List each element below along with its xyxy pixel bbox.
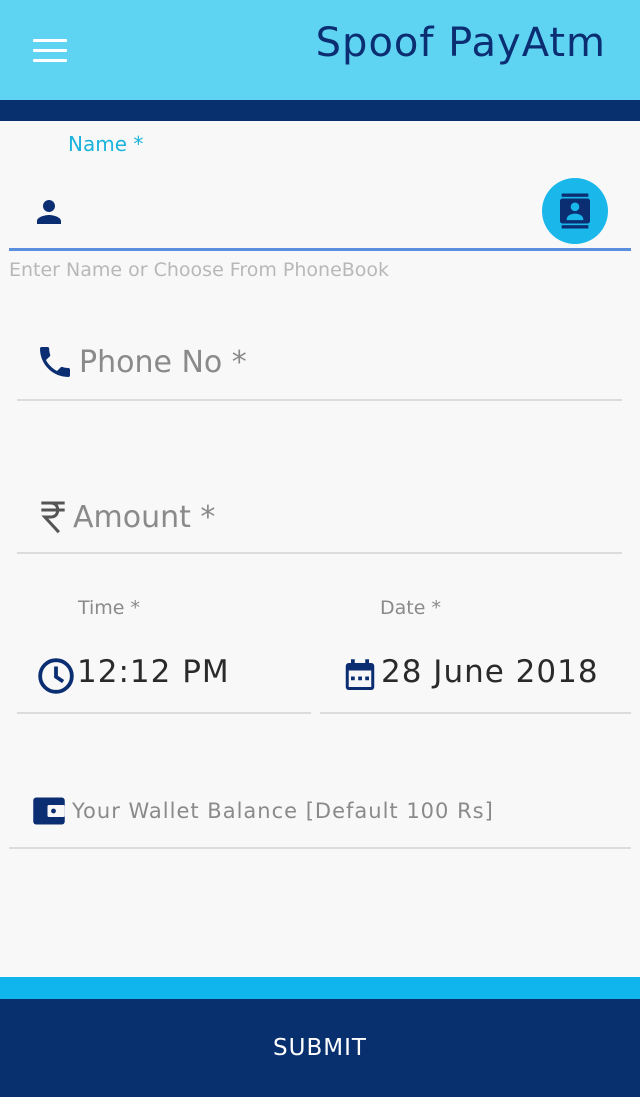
phone-icon	[40, 347, 70, 377]
date-label: Date *	[380, 597, 441, 619]
header-divider	[0, 100, 640, 121]
amount-input[interactable]	[71, 493, 595, 541]
phone-input[interactable]	[77, 338, 601, 386]
name-input[interactable]	[79, 190, 533, 236]
name-label: Name *	[68, 132, 144, 156]
date-value[interactable]: 28 June 2018	[381, 654, 599, 690]
contacts-book-icon	[560, 193, 590, 229]
name-field[interactable]	[9, 176, 631, 251]
time-label: Time *	[78, 597, 141, 619]
calendar-icon	[345, 659, 375, 690]
app-title: Spoof PayAtm	[315, 20, 606, 66]
wallet-icon	[33, 797, 65, 825]
app-bar: Spoof PayAtm	[0, 0, 640, 100]
clock-icon	[38, 658, 74, 694]
date-field[interactable]: 28 June 2018	[320, 640, 631, 714]
wallet-balance-input[interactable]	[70, 790, 614, 832]
rupee-icon	[41, 501, 65, 534]
wallet-balance-field[interactable]	[9, 778, 631, 849]
contacts-book-button[interactable]	[542, 178, 608, 244]
footer-accent-strip	[0, 977, 640, 999]
time-value[interactable]: 12:12 PM	[77, 654, 230, 690]
submit-button[interactable]: SUBMIT	[0, 999, 640, 1097]
person-icon	[37, 200, 61, 224]
amount-field[interactable]	[17, 485, 622, 554]
phone-field[interactable]	[17, 330, 622, 401]
hamburger-menu-icon[interactable]	[33, 39, 67, 63]
name-helper-text: Enter Name or Choose From PhoneBook	[9, 259, 390, 281]
time-field[interactable]: 12:12 PM	[17, 640, 311, 714]
